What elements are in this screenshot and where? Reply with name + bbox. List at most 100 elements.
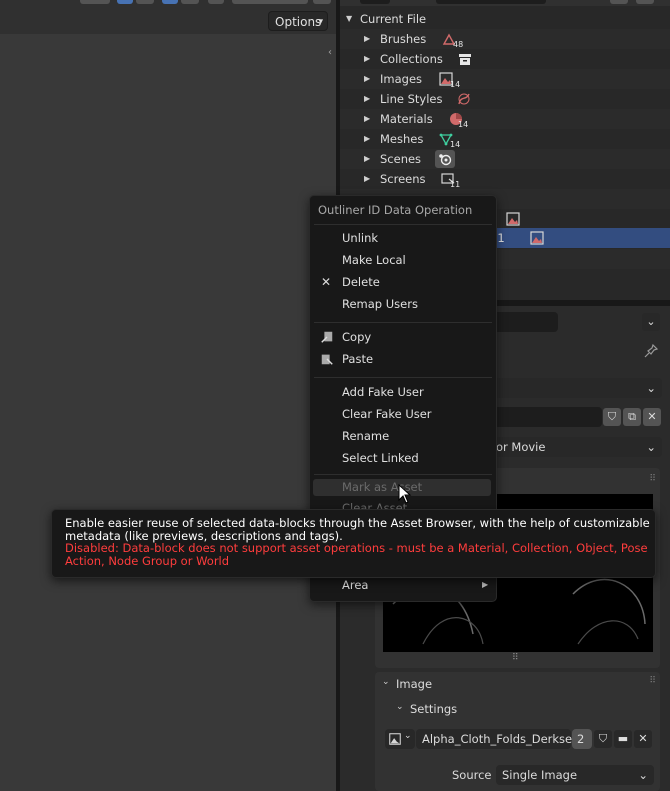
menu-item-select-linked[interactable]: Select Linked — [342, 451, 419, 465]
image-icon — [506, 212, 520, 226]
toolbar-button[interactable] — [181, 0, 199, 4]
expand-right-icon[interactable]: ▶ — [364, 49, 370, 69]
asset-tooltip: Enable easier reuse of selected data-blo… — [51, 509, 656, 578]
expand-right-icon[interactable]: ▶ — [364, 109, 370, 129]
drag-handle-icon[interactable]: ⠿ — [649, 474, 656, 484]
datablock-name-field[interactable]: . — [490, 407, 602, 427]
source-label: Source — [452, 768, 492, 782]
open-folder-icon[interactable]: ▬ — [614, 730, 632, 748]
menu-item-unlink[interactable]: Unlink — [342, 231, 378, 245]
scenes-label: Scenes — [380, 152, 422, 166]
outliner-row-materials[interactable]: ▶ Materials 14 — [340, 109, 670, 129]
drag-handle-icon[interactable]: ⠿ — [649, 676, 656, 686]
tooltip-description: Enable easier reuse of selected data-blo… — [65, 516, 650, 543]
image-browse-button[interactable]: ⌄ — [385, 729, 415, 749]
line-styles-label: Line Styles — [380, 92, 443, 106]
toolbar-toggle[interactable] — [162, 0, 178, 4]
fake-user-shield-icon[interactable]: ⛉ — [594, 730, 612, 748]
expand-right-icon[interactable]: ▶ — [364, 169, 370, 189]
menu-item-add-fake-user[interactable]: Add Fake User — [342, 385, 424, 399]
toolbar-button[interactable] — [80, 0, 110, 4]
viewport-area[interactable] — [0, 0, 336, 791]
viewport-header: Options ▾ — [0, 0, 336, 34]
new-collection-button[interactable] — [636, 0, 654, 4]
panel-collapse-icon[interactable]: ⌄ — [382, 677, 390, 687]
outliner-row-meshes[interactable]: ▶ Meshes 14 — [340, 129, 670, 149]
outliner-row-current-file[interactable]: ▼ Current File — [340, 9, 670, 29]
menu-item-delete[interactable]: Delete — [342, 275, 380, 289]
context-dropdown[interactable]: ⌄ — [490, 378, 662, 398]
toolbar-toggle[interactable] — [117, 0, 133, 4]
toolbar-button[interactable] — [136, 0, 154, 4]
chevron-down-icon: ⌄ — [646, 381, 656, 395]
expand-right-icon[interactable]: ▶ — [364, 129, 370, 149]
properties-search-input[interactable] — [490, 312, 558, 332]
toolbar-button[interactable] — [208, 0, 224, 4]
outliner-row-scenes[interactable]: ▶ Scenes — [340, 149, 670, 169]
menu-title: Outliner ID Data Operation — [318, 203, 473, 217]
image-name-value: Alpha_Cloth_Folds_Derksen... — [422, 732, 591, 746]
expand-right-icon[interactable]: ▶ — [364, 149, 370, 169]
outliner-row-brushes[interactable]: ▶ Brushes 48 — [340, 29, 670, 49]
chevron-down-icon: ▾ — [318, 17, 323, 27]
duplicate-icon[interactable]: ⧉ — [623, 408, 641, 426]
search-input[interactable] — [436, 0, 546, 4]
submenu-arrow-icon: ▶ — [482, 580, 489, 589]
paste-icon — [321, 354, 333, 365]
menu-separator — [314, 474, 492, 475]
menu-separator — [314, 224, 492, 225]
source-type-value: or Movie — [496, 440, 546, 454]
shading-buttons[interactable] — [232, 0, 308, 4]
menu-item-copy[interactable]: Copy — [342, 330, 371, 344]
toolbar-button[interactable] — [313, 0, 331, 4]
meshes-label: Meshes — [380, 132, 424, 146]
sidebar-toggle-icon[interactable]: ‹ — [328, 47, 332, 58]
fake-user-shield-icon[interactable]: ⛉ — [603, 408, 621, 426]
menu-separator — [314, 322, 492, 323]
delete-x-icon: ✕ — [321, 275, 332, 289]
menu-item-remap-users[interactable]: Remap Users — [342, 297, 418, 311]
display-mode-dropdown[interactable] — [360, 0, 390, 4]
current-file-label: Current File — [360, 12, 427, 26]
outliner-row-line-styles[interactable]: ▶ Line Styles — [340, 89, 670, 109]
source-type-dropdown[interactable]: or Movie ⌄ — [490, 437, 662, 457]
menu-item-paste[interactable]: Paste — [342, 352, 373, 366]
users-count-value: 2 — [577, 732, 585, 746]
panel-collapse-icon[interactable]: ⌄ — [396, 702, 404, 712]
pin-icon[interactable] — [643, 343, 659, 359]
collections-label: Collections — [380, 52, 443, 66]
expand-right-icon[interactable]: ▶ — [364, 89, 370, 109]
image-icon — [389, 733, 401, 745]
close-icon[interactable]: ✕ — [643, 408, 661, 426]
scene-icon — [439, 154, 452, 166]
outliner-header — [340, 0, 670, 6]
source-value: Single Image — [502, 768, 578, 782]
outliner-row-collections[interactable]: ▶ Collections — [340, 49, 670, 69]
menu-item-clear-fake-user[interactable]: Clear Fake User — [342, 407, 432, 421]
chevron-down-icon: ⌄ — [638, 768, 648, 782]
materials-label: Materials — [380, 112, 433, 126]
tooltip-disabled-reason: Disabled: Data-block does not support as… — [65, 541, 648, 568]
images-label: Images — [380, 72, 423, 86]
menu-item-rename[interactable]: Rename — [342, 429, 389, 443]
close-icon[interactable]: ✕ — [634, 730, 652, 748]
menu-item-make-local[interactable]: Make Local — [342, 253, 406, 267]
source-dropdown[interactable]: Single Image ⌄ — [496, 765, 654, 785]
chevron-down-icon: ⌄ — [646, 440, 656, 454]
expand-down-icon[interactable]: ▼ — [346, 9, 352, 29]
resize-handle-icon[interactable]: ⠿ — [512, 653, 519, 663]
expand-right-icon[interactable]: ▶ — [364, 29, 370, 49]
image-users-count[interactable]: 2 — [572, 729, 592, 749]
outliner-row-screens[interactable]: ▶ Screens 11 — [340, 169, 670, 189]
menu-item-area[interactable]: Area — [342, 578, 368, 592]
brushes-label: Brushes — [380, 32, 427, 46]
filter-button[interactable] — [610, 0, 628, 4]
settings-subpanel-title[interactable]: Settings — [410, 702, 457, 716]
linestyle-icon — [458, 93, 470, 105]
image-panel-title[interactable]: Image — [396, 677, 432, 691]
outliner-row-images[interactable]: ▶ Images 14 — [340, 69, 670, 89]
options-dropdown[interactable]: Options ▾ — [268, 11, 328, 31]
image-name-field[interactable]: Alpha_Cloth_Folds_Derksen... — [416, 729, 590, 749]
expand-right-icon[interactable]: ▶ — [364, 69, 370, 89]
chevron-down-icon[interactable]: ⌄ — [642, 313, 660, 331]
